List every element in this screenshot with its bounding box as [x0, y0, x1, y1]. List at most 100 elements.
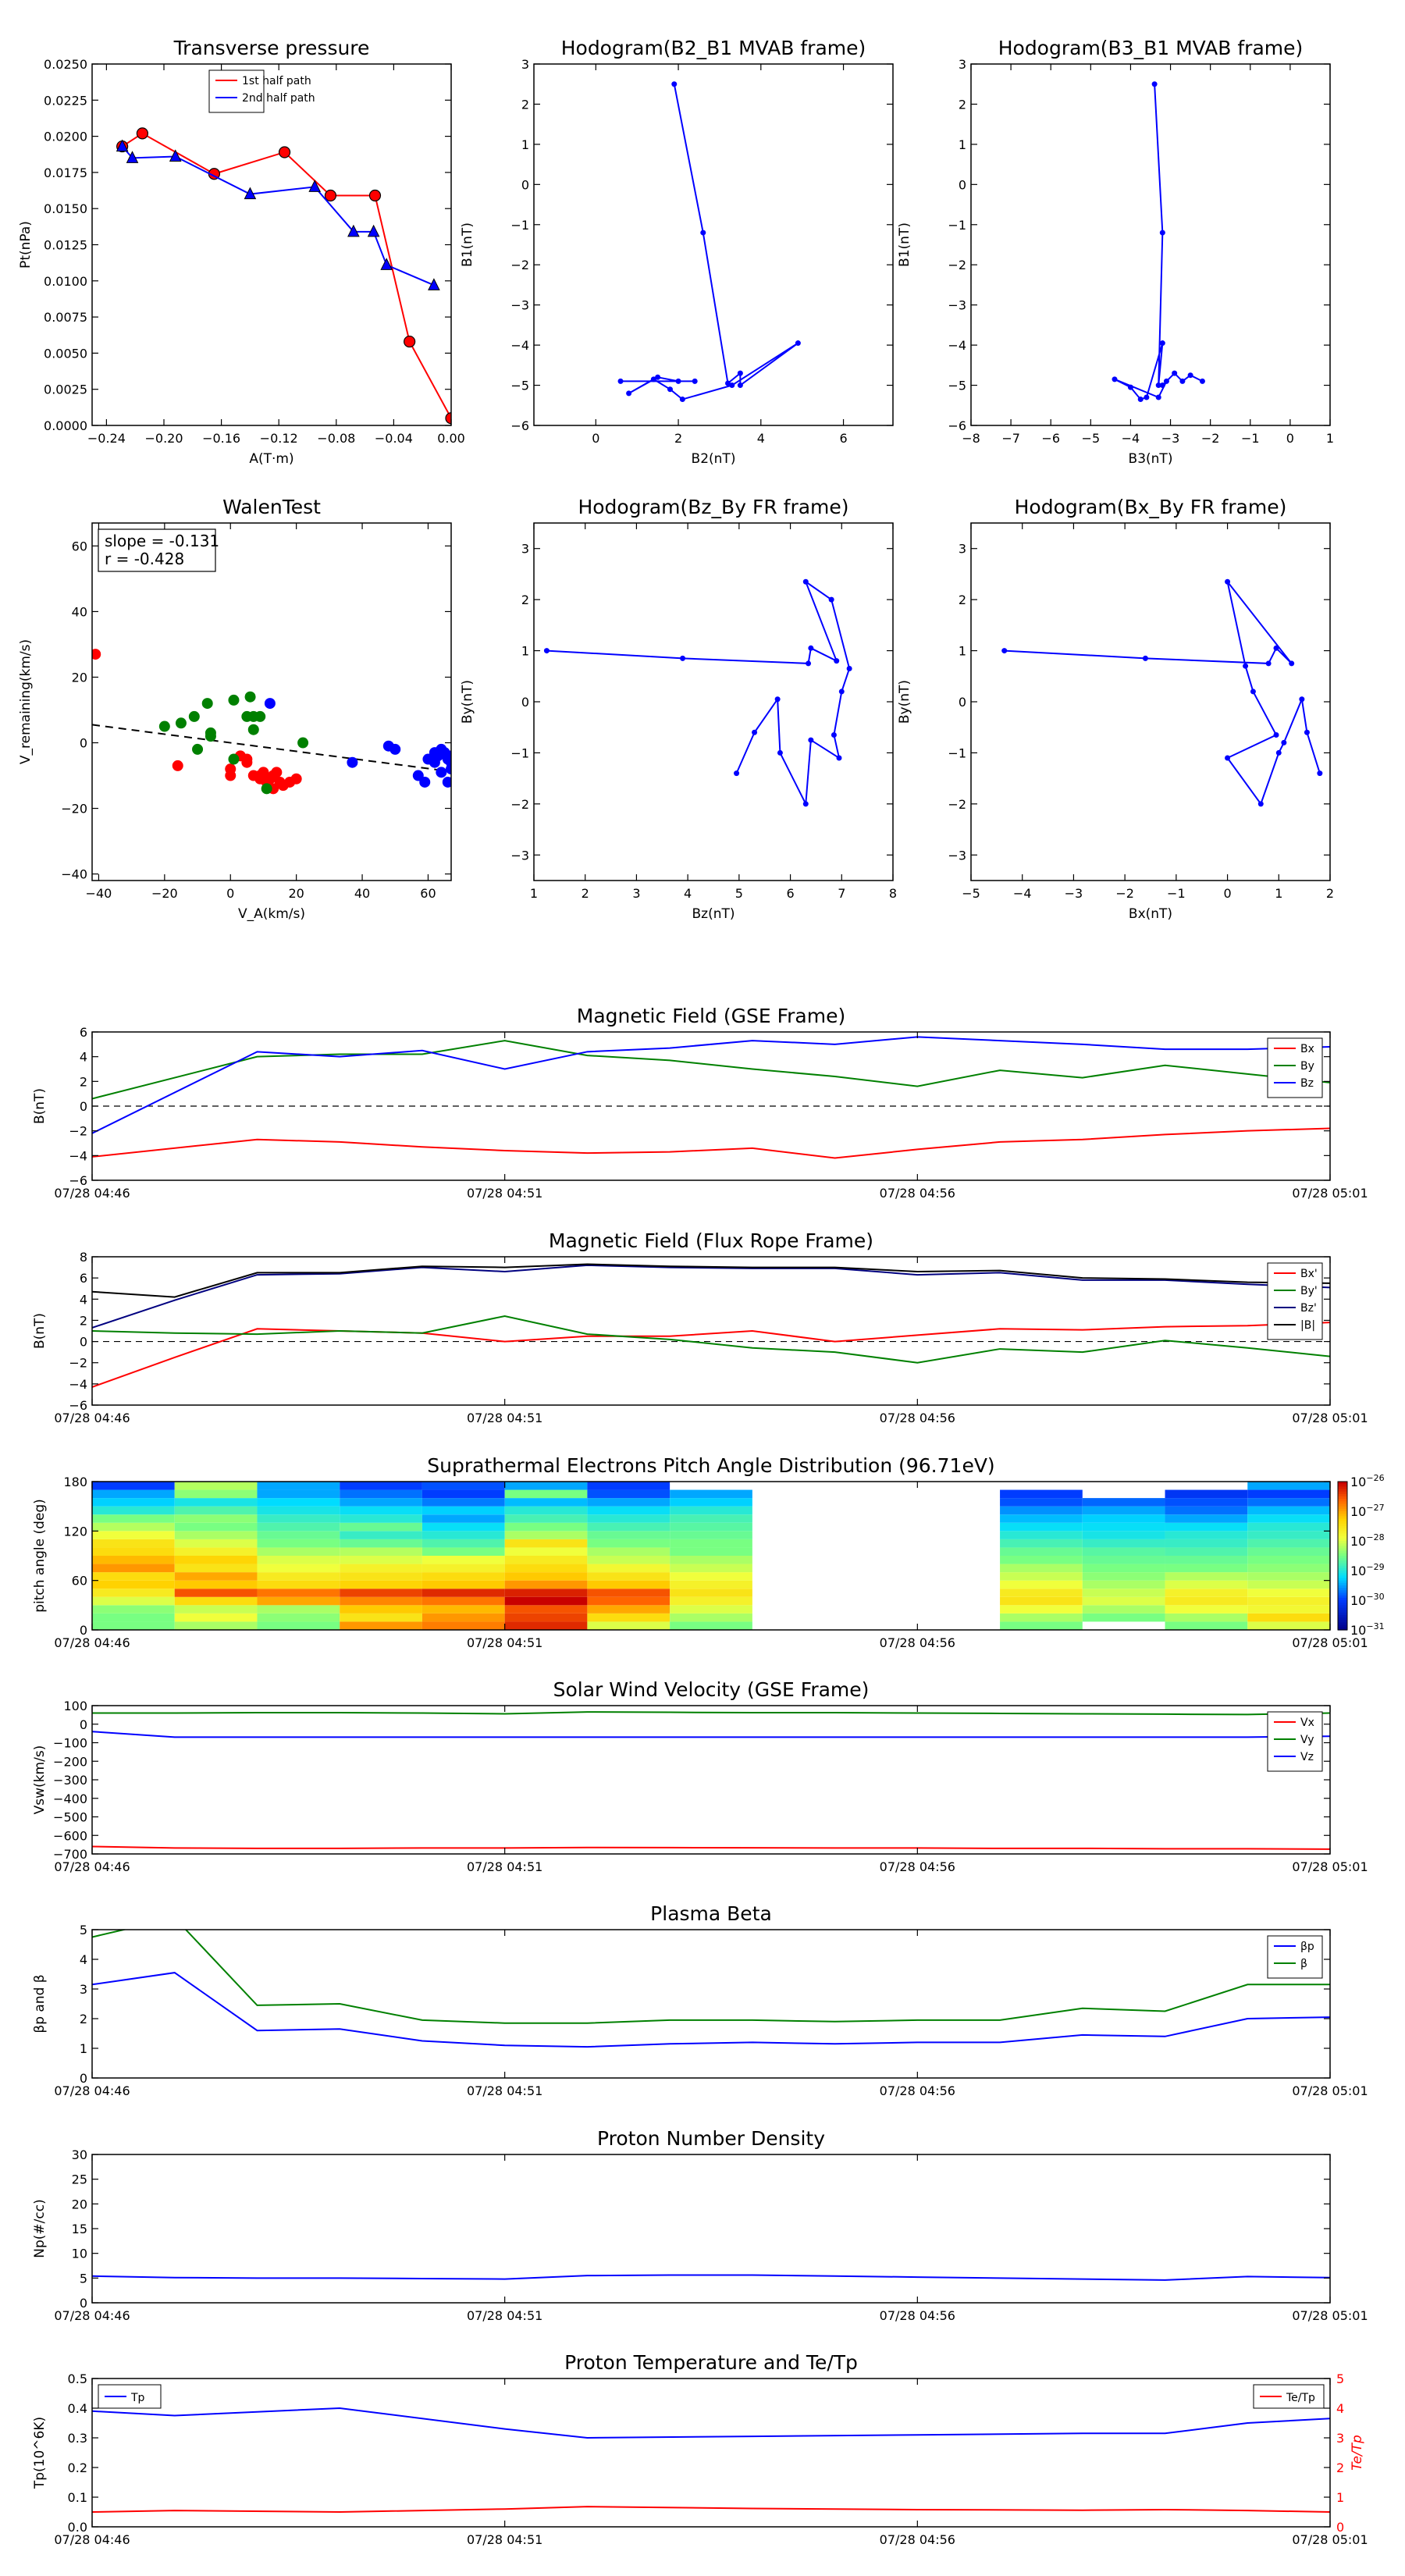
heatmap-cell [422, 1522, 505, 1532]
heatmap-cell [670, 1605, 752, 1614]
legend-label: Bx' [1300, 1268, 1318, 1280]
heatmap-cell [1165, 1589, 1248, 1597]
series-line [92, 2274, 1330, 2281]
y-axis-label: V_remaining(km/s) [18, 639, 34, 764]
series-line [92, 1731, 1330, 1738]
heatmap-cell [670, 1580, 752, 1589]
heatmap-cell [1000, 1539, 1083, 1548]
heatmap-cell [670, 1621, 752, 1630]
data-point [169, 149, 182, 162]
y-tick-label: 3 [521, 57, 529, 72]
heatmap-cell [670, 1531, 752, 1539]
heatmap-cell [504, 1514, 588, 1523]
heatmap-cell [92, 1621, 175, 1630]
colorbar: 10−2610−2710−2810−2910−3010−31 [1337, 1473, 1385, 1638]
data-point [297, 737, 309, 749]
series-line [92, 1040, 1330, 1100]
heatmap-cell [1247, 1589, 1330, 1597]
plot-frame [91, 1929, 1331, 2079]
heatmap-cell [92, 1489, 175, 1499]
heatmap-cell [92, 1539, 175, 1548]
x-tick-label: 6 [839, 431, 847, 446]
y-tick-label: −300 [53, 1773, 87, 1788]
heatmap-cell [174, 1531, 258, 1539]
series-line [92, 2407, 1330, 2439]
y-tick-label: 0.0100 [44, 274, 87, 289]
legend-label: 2nd half path [242, 92, 315, 105]
data-point [1257, 801, 1264, 807]
x-tick-label: 1 [1326, 431, 1334, 446]
series-line [546, 579, 851, 807]
y-tick-label: −2 [69, 1356, 87, 1371]
data-point [671, 81, 678, 87]
y-tick-label: −400 [53, 1791, 87, 1806]
y-tick-label: 1 [521, 137, 529, 152]
data-point [1281, 739, 1287, 745]
heatmap-cell [670, 1489, 752, 1499]
heatmap-cell [174, 1589, 258, 1597]
x-tick-label: 07/28 04:46 [54, 2532, 130, 2547]
heatmap-cell [257, 1621, 340, 1630]
heatmap-cell [504, 1531, 588, 1539]
heatmap-cell [340, 1531, 422, 1539]
heatmap-cell [257, 1547, 340, 1556]
heatmap-cell [422, 1621, 505, 1630]
heatmap-cell [670, 1572, 752, 1581]
x-tick-label: 0 [1223, 886, 1231, 901]
data-point [261, 783, 272, 795]
chart-p1: Transverse pressure 0.0000 0.0025 0.0050 0.0… [18, 37, 465, 467]
heatmap-cell [587, 1482, 670, 1490]
data-point [1001, 648, 1008, 654]
y2-axis-label: Te/Tp [1350, 2435, 1365, 2471]
y-tick-label: 0.2 [68, 2460, 87, 2475]
heatmap-cell [1082, 1580, 1165, 1589]
heatmap-cell [340, 1596, 422, 1606]
heatmap-cell [340, 1605, 422, 1614]
heatmap-cell [1247, 1514, 1330, 1523]
x-tick-label: 6 [786, 886, 794, 901]
plot-area [92, 2407, 1330, 2514]
chart-title: Proton Number Density [597, 2127, 825, 2150]
heatmap-cell [670, 1498, 752, 1507]
y-tick-label: 2 [959, 97, 966, 112]
y2-tick-label: 5 [1336, 2371, 1344, 2386]
chart-p9: 10−2610−2710−2810−2910−3010−31Supratherm… [32, 1454, 1385, 1650]
heatmap-cell [340, 1589, 422, 1597]
y-tick-label: 0.4 [68, 2401, 87, 2416]
y-tick-label: 0 [80, 1099, 87, 1114]
heatmap-cell [1165, 1522, 1248, 1532]
heatmap-cell [422, 1547, 505, 1556]
heatmap-cell [340, 1482, 422, 1490]
heatmap-cell [1082, 1531, 1165, 1539]
x-tick-label: −8 [962, 431, 980, 446]
x-tick-label: 60 [420, 886, 436, 901]
heatmap-cell [1165, 1605, 1248, 1614]
x-tick-label: 3 [632, 886, 640, 901]
series-line [92, 1930, 1330, 2024]
heatmap-cell [1165, 1514, 1248, 1523]
y-tick-label: 1 [959, 644, 966, 659]
data-point [228, 753, 240, 765]
heatmap-cell [1247, 1522, 1330, 1532]
x-tick-label: 07/28 04:56 [880, 1186, 955, 1201]
y-axis-label: Np(#/cc) [32, 2199, 48, 2258]
x-tick-label: 07/28 04:46 [54, 2083, 130, 2098]
x-tick-label: −0.24 [87, 431, 126, 446]
y-tick-label: −100 [53, 1736, 87, 1751]
plot-area [116, 127, 451, 425]
y-axis-label: B1(nT) [460, 222, 475, 267]
heatmap-cell [504, 1522, 588, 1532]
x-tick-label: 07/28 04:56 [880, 1635, 955, 1650]
chart-p7: Magnetic Field (GSE Frame)−6−4−2024607/2… [32, 1005, 1368, 1201]
y-tick-label: 0 [959, 695, 966, 710]
data-point [836, 755, 842, 761]
heatmap-cell [504, 1580, 588, 1589]
heatmap-cell [257, 1596, 340, 1606]
y-tick-label: 180 [63, 1475, 87, 1489]
heatmap-cell [340, 1572, 422, 1581]
series-line [122, 132, 451, 419]
legend-label: Te/Tp [1286, 2392, 1315, 2404]
data-point [172, 760, 183, 771]
y-tick-label: 0.0225 [44, 93, 87, 108]
chart-p3: Hodogram(B3_B1 MVAB frame) −6 −5 −4 −3 −2 −1 0 1… [897, 37, 1334, 467]
